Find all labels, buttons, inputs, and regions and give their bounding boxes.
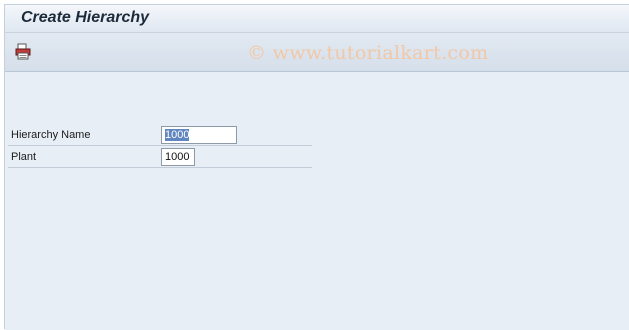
hierarchy-name-value: 1000 xyxy=(165,129,190,141)
page-title: Create Hierarchy xyxy=(21,9,150,26)
application-toolbar: © www.tutorialkart.com xyxy=(5,33,629,72)
watermark-text: © www.tutorialkart.com xyxy=(247,42,489,64)
plant-label: Plant xyxy=(11,151,37,163)
hierarchy-name-input[interactable]: 1000 xyxy=(161,126,237,144)
printer-icon xyxy=(15,43,31,60)
form-row-hierarchy-name: Hierarchy Name 1000 xyxy=(8,125,312,146)
sap-window: Create Hierarchy © www.tutorialkart.com … xyxy=(4,4,629,330)
title-bar: Create Hierarchy xyxy=(5,5,629,33)
form-row-plant: Plant 1000 xyxy=(8,147,312,168)
form-area: Hierarchy Name 1000 Plant 1000 xyxy=(5,72,629,330)
print-button[interactable] xyxy=(13,43,33,61)
plant-input[interactable]: 1000 xyxy=(161,148,195,166)
hierarchy-name-label: Hierarchy Name xyxy=(11,129,91,141)
